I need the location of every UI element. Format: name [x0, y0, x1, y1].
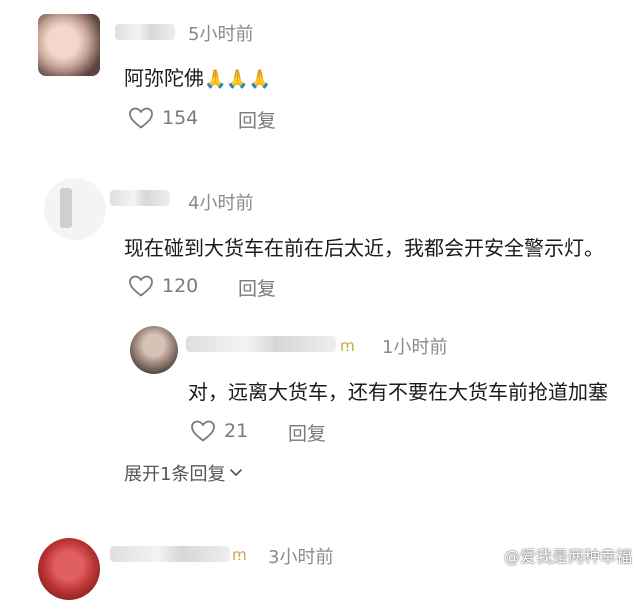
- avatar[interactable]: [38, 538, 100, 600]
- reply-text: 对，远离大货车，还有不要在大货车前抢道加塞: [188, 380, 608, 404]
- heart-icon: [129, 107, 153, 129]
- comment-time: 4小时前: [188, 193, 254, 214]
- reply-button[interactable]: 回复: [288, 419, 326, 446]
- username-blurred[interactable]: [115, 24, 175, 40]
- heart-icon: [129, 275, 153, 297]
- watermark: @爱我是两种幸福: [504, 543, 632, 567]
- like-count: 21: [224, 420, 249, 442]
- reply-button[interactable]: 回复: [238, 106, 276, 133]
- expand-replies-button[interactable]: 展开1条回复: [124, 460, 243, 486]
- username-blurred[interactable]: [186, 336, 336, 352]
- like-button[interactable]: 154: [128, 106, 198, 130]
- reply-button[interactable]: 回复: [238, 274, 276, 301]
- comment-time: 5小时前: [188, 24, 254, 45]
- like-button[interactable]: 21: [190, 419, 248, 443]
- watermark-text: @爱我是两种幸福: [503, 547, 632, 566]
- avatar[interactable]: [44, 178, 106, 240]
- expand-replies-label: 展开1条回复: [124, 464, 226, 485]
- username-blurred[interactable]: [110, 190, 170, 206]
- comment-text: 阿弥陀佛🙏🙏🙏: [124, 62, 271, 91]
- like-button[interactable]: 120: [128, 274, 198, 298]
- pray-emoji: 🙏🙏🙏: [204, 69, 272, 90]
- like-count: 154: [162, 107, 199, 129]
- comment-text: 现在碰到大货车在前在后太近，我都会开安全警示灯。: [124, 236, 604, 260]
- badge-icon: ꭑ: [232, 545, 247, 564]
- comment-text-body: 阿弥陀佛: [124, 66, 204, 90]
- badge-icon: ꭑ: [340, 336, 355, 355]
- avatar[interactable]: [130, 326, 178, 374]
- chevron-down-icon: [230, 469, 243, 476]
- like-count: 120: [162, 275, 199, 297]
- avatar[interactable]: [38, 14, 100, 76]
- comment-time: 3小时前: [268, 547, 334, 568]
- username-blurred[interactable]: [110, 546, 230, 562]
- heart-icon: [191, 420, 215, 442]
- reply-time: 1小时前: [382, 337, 448, 358]
